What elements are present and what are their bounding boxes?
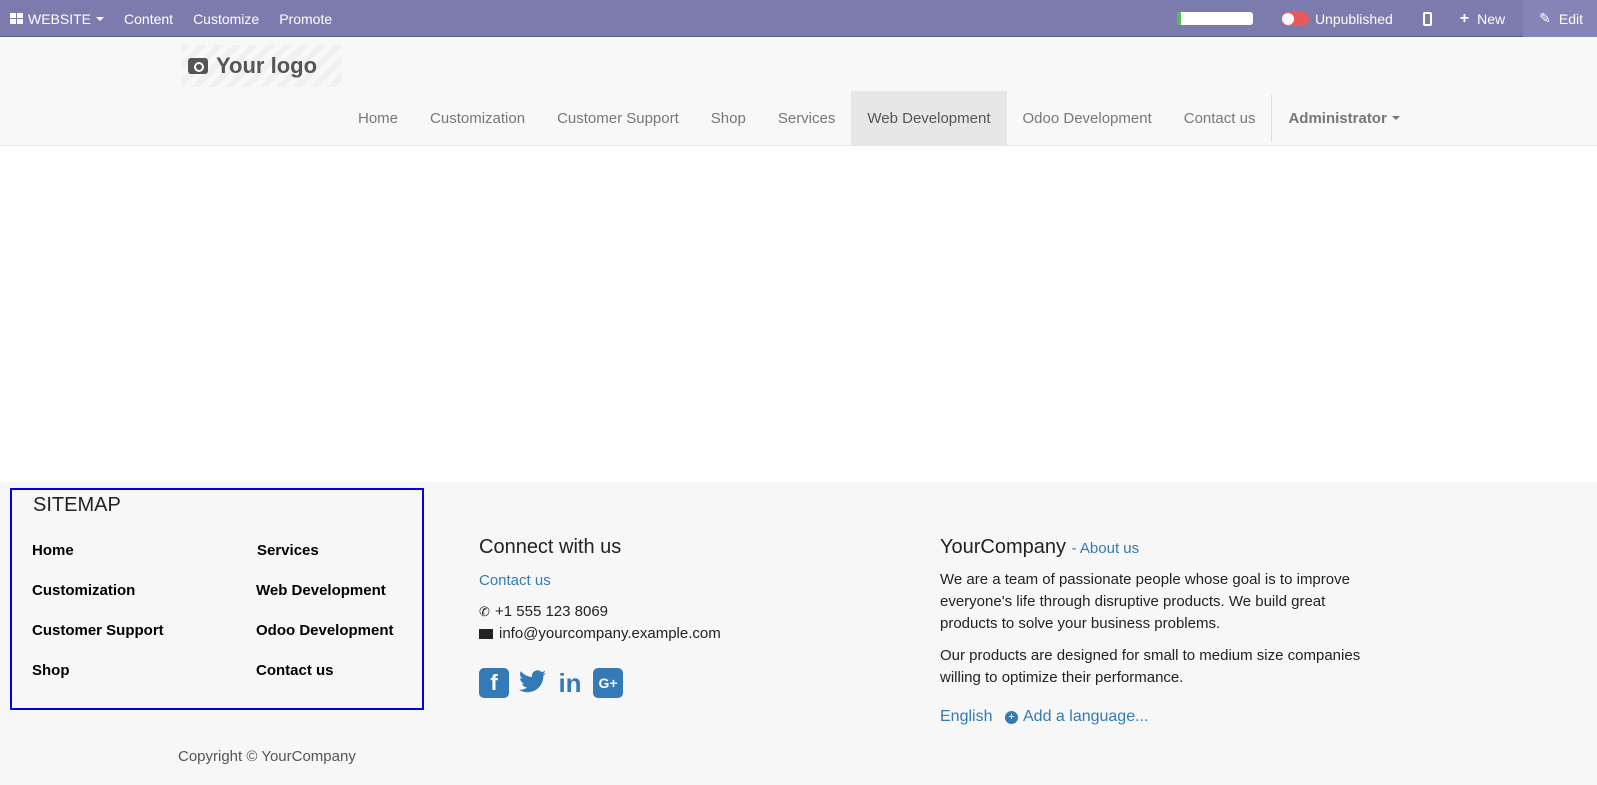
nav-item-services[interactable]: Services <box>762 91 852 145</box>
site-logo[interactable]: Your logo <box>182 45 342 87</box>
footer-contact-link[interactable]: Contact us <box>479 572 551 589</box>
email-line: info@yourcompany.example.com <box>479 625 721 642</box>
company-name: YourCompany <box>940 536 1067 558</box>
google-plus-icon[interactable]: G+ <box>593 668 623 698</box>
copyright-text: Copyright © YourCompany <box>178 748 356 765</box>
add-language-link[interactable]: + Add a language... <box>1005 708 1148 726</box>
chevron-down-icon <box>1391 116 1400 120</box>
language-english[interactable]: English <box>940 708 992 726</box>
nav-item-shop[interactable]: Shop <box>695 91 762 145</box>
site-footer: SITEMAP Home Customization Customer Supp… <box>0 482 1597 785</box>
phone-line: ✆ +1 555 123 8069 <box>479 603 608 620</box>
new-button[interactable]: + New <box>1460 10 1505 28</box>
nav-item-customer-support[interactable]: Customer Support <box>541 91 695 145</box>
website-menu-label: WEBSITE <box>28 10 92 27</box>
nav-item-web-development[interactable]: Web Development <box>851 91 1007 145</box>
sitemap-link-customer-support[interactable]: Customer Support <box>32 622 164 639</box>
apps-grid-icon <box>10 13 23 24</box>
sitemap-link-shop[interactable]: Shop <box>32 662 70 679</box>
edit-button-label: Edit <box>1558 10 1583 27</box>
promote-menu[interactable]: Promote <box>269 0 342 37</box>
user-menu[interactable]: Administrator <box>1272 91 1415 145</box>
user-name: Administrator <box>1288 109 1387 127</box>
about-paragraph-1: We are a team of passionate people whose… <box>940 571 1350 632</box>
toggle-knob <box>1281 12 1294 25</box>
envelope-icon <box>479 628 493 639</box>
about-us-link[interactable]: - About us <box>1072 540 1140 557</box>
seo-progress-bar <box>1176 12 1253 25</box>
nav-item-home[interactable]: Home <box>342 91 414 145</box>
camera-icon <box>188 58 208 74</box>
sitemap-link-customization[interactable]: Customization <box>32 582 135 599</box>
linkedin-icon[interactable]: in <box>555 668 585 698</box>
facebook-icon[interactable]: f <box>479 668 509 698</box>
publish-status[interactable]: Unpublished <box>1315 11 1393 27</box>
mobile-preview-icon[interactable] <box>1422 11 1432 26</box>
website-admin-bar: WEBSITE Content Customize Promote Unpubl… <box>0 0 1597 37</box>
chevron-down-icon <box>96 16 105 21</box>
main-navigation: Home Customization Customer Support Shop… <box>342 91 1416 145</box>
sitemap-link-contact-us[interactable]: Contact us <box>256 662 334 679</box>
nav-item-contact-us[interactable]: Contact us <box>1168 91 1272 145</box>
email-address: info@yourcompany.example.com <box>499 625 721 642</box>
content-menu[interactable]: Content <box>114 0 183 37</box>
edit-button[interactable]: ✎ Edit <box>1523 0 1597 37</box>
sitemap-link-services[interactable]: Services <box>257 542 319 559</box>
publish-toggle[interactable] <box>1280 11 1309 26</box>
progress-fill <box>1176 12 1181 25</box>
logo-text: Your logo <box>216 53 318 78</box>
sitemap-link-home[interactable]: Home <box>32 542 74 559</box>
connect-title: Connect with us <box>479 536 622 558</box>
phone-number: +1 555 123 8069 <box>495 603 609 620</box>
twitter-icon[interactable] <box>517 668 547 698</box>
pencil-icon: ✎ <box>1539 10 1551 26</box>
plus-circle-icon: + <box>1005 710 1018 724</box>
sitemap-block: SITEMAP Home Customization Customer Supp… <box>10 488 424 710</box>
social-links: f in G+ <box>479 668 623 698</box>
site-header: Your logo Home Customization Customer Su… <box>0 37 1597 146</box>
new-button-label: New <box>1477 10 1506 27</box>
company-title: YourCompany - About us <box>940 536 1139 559</box>
phone-icon: ✆ <box>479 603 490 619</box>
website-menu[interactable]: WEBSITE <box>0 0 114 37</box>
sitemap-link-odoo-development[interactable]: Odoo Development <box>256 622 394 639</box>
about-paragraph-2: Our products are designed for small to m… <box>940 647 1361 686</box>
plus-icon: + <box>1459 9 1470 27</box>
sitemap-title: SITEMAP <box>33 494 121 516</box>
sitemap-link-web-development[interactable]: Web Development <box>256 582 386 599</box>
nav-item-odoo-development[interactable]: Odoo Development <box>1007 91 1168 145</box>
nav-item-customization[interactable]: Customization <box>414 91 541 145</box>
customize-menu[interactable]: Customize <box>183 0 269 37</box>
add-language-label: Add a language... <box>1023 708 1149 725</box>
